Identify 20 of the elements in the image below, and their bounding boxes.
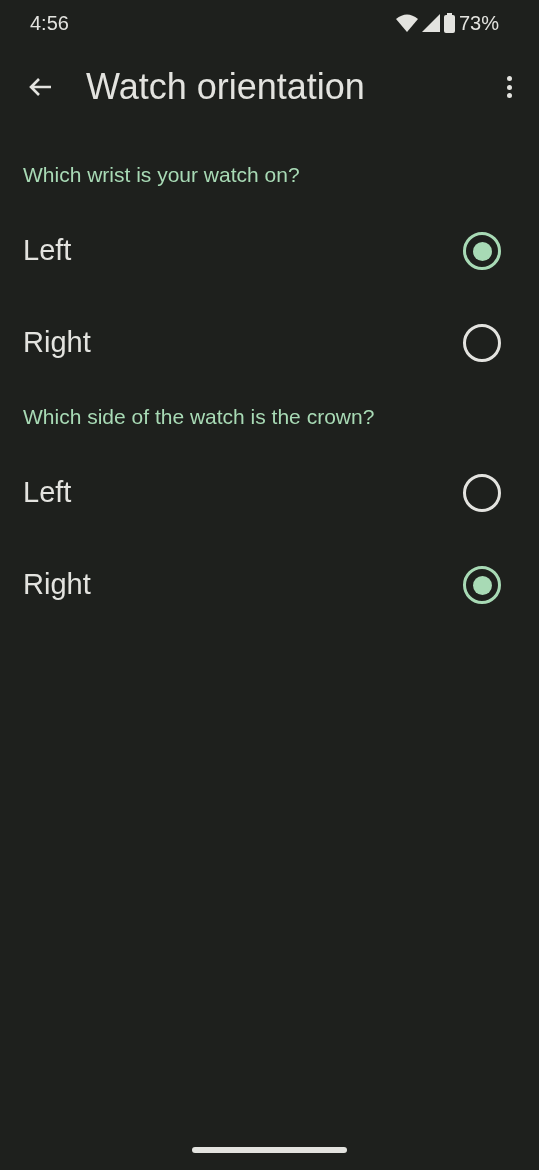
radio-button[interactable]	[463, 566, 501, 604]
battery-icon	[443, 13, 455, 33]
radio-button[interactable]	[463, 232, 501, 270]
battery-percent: 73%	[458, 11, 499, 36]
radio-option[interactable]: Left	[0, 447, 539, 539]
option-label: Right	[23, 325, 91, 361]
radio-option[interactable]: Right	[0, 297, 539, 389]
wifi-icon	[395, 14, 418, 32]
option-label: Left	[23, 475, 72, 511]
status-time: 4:56	[30, 11, 69, 36]
radio-button[interactable]	[463, 474, 501, 512]
signal-icon	[421, 14, 440, 32]
section-heading: Which wrist is your watch on?	[23, 163, 300, 186]
screen-title: Watch orientation	[86, 65, 366, 109]
option-label: Left	[23, 233, 72, 269]
option-label: Right	[23, 567, 91, 603]
section-heading: Which side of the watch is the crown?	[23, 405, 375, 428]
radio-button[interactable]	[463, 324, 501, 362]
radio-option[interactable]: Left	[0, 205, 539, 297]
radio-option[interactable]: Right	[0, 539, 539, 631]
